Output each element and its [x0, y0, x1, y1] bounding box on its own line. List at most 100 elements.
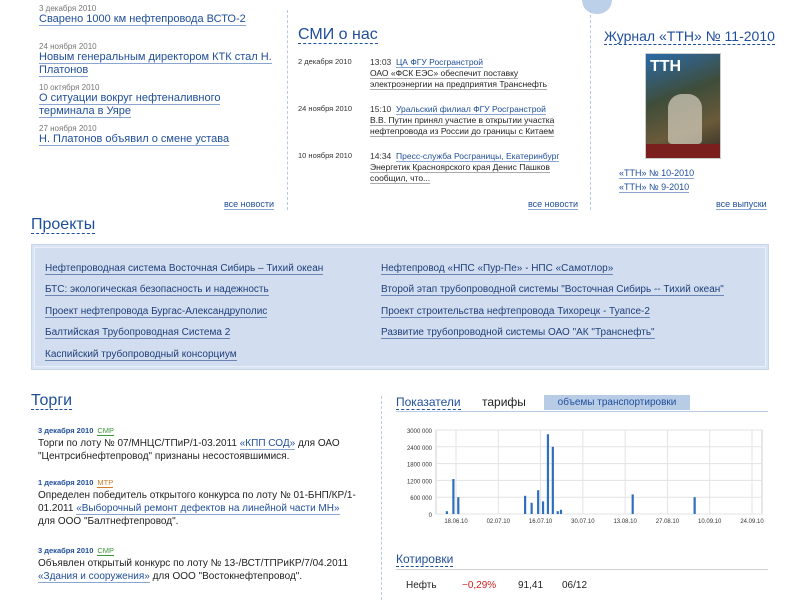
torg-link[interactable]: «КПП СОД» [239, 438, 296, 450]
quote-name: Нефть [406, 580, 437, 591]
smi-source-link[interactable]: ЦА ФГУ Росгранстрой [396, 57, 484, 68]
journal-cover-image[interactable]: ТТН [645, 53, 721, 159]
all-smi-news-link[interactable]: все новости [528, 199, 578, 210]
news-title-link[interactable]: О ситуации вокруг нефтеналивного термина… [39, 92, 221, 118]
x-tick-label: 24.09.10 [740, 519, 764, 525]
smi-item: 24 ноября 2010 15:10 Уральский филиал ФГ… [298, 104, 578, 142]
projects-panel: Нефтепроводная система Восточная Сибирь … [31, 244, 769, 370]
smi-text-link[interactable]: Энергетик Красноярского края Денис Пашко… [370, 162, 550, 184]
project-link[interactable]: Второй этап трубопроводной системы "Вост… [381, 284, 724, 296]
indicators-underline [396, 411, 768, 412]
projects-title[interactable]: Проекты [31, 216, 96, 234]
chart-bar [524, 495, 527, 514]
chart-bar [631, 494, 634, 514]
quote-date: 06/12 [562, 580, 588, 591]
smi-item: 10 ноября 2010 14:34 Пресс-служба Росгра… [298, 151, 578, 189]
torg-text: Торги по лоту № 07/МНЦС/ТПиР/1-03.2011 [38, 438, 240, 449]
torg-item: 3 декабря 2010 СМР Объявлен открытый конк… [38, 544, 358, 583]
project-link[interactable]: Нефтепровод «НПС «Пур-Пе» - НПС «Самотло… [381, 263, 614, 275]
all-news-link[interactable]: все новости [224, 199, 274, 210]
quote-change: −0,29% [462, 580, 497, 591]
project-link[interactable]: БТС: экологическая безопасность и надежн… [45, 284, 269, 296]
smi-title[interactable]: СМИ о нас [298, 26, 378, 44]
smi-text-link[interactable]: ОАО «ФСК ЕЭС» обеспечит поставку электро… [370, 68, 548, 90]
torg-date: 3 декабря 2010 [38, 426, 94, 435]
indicators-header: Показатели тарифы объемы транспортировки [396, 395, 768, 411]
journal-issue-link[interactable]: «ТТН» № 9-2010 [619, 182, 690, 193]
news-item: 10 октября 2010 О ситуации вокруг нефтен… [39, 83, 279, 118]
x-tick-label: 18.06.10 [444, 519, 468, 525]
project-link[interactable]: Развитие трубопроводной системы ОАО "АК … [381, 327, 655, 339]
x-tick-label: 10.09.10 [698, 519, 722, 525]
torg-link[interactable]: «Здания и сооружения» [38, 571, 150, 583]
chart-bar [530, 502, 533, 514]
project-link[interactable]: Проект нефтепровода Бургас-Александрупол… [45, 306, 268, 318]
tab-volumes[interactable]: объемы транспортировки [544, 395, 690, 410]
torg-text: Объявлен открытый конкурс по лоту № 13-/… [38, 558, 349, 569]
x-tick-label: 02.07.10 [487, 519, 511, 525]
y-tick-label: 0 [429, 513, 433, 519]
project-link[interactable]: Каспийский трубопроводный консорциум [45, 349, 237, 361]
x-tick-label: 13.08.10 [613, 519, 637, 525]
news-title-link[interactable]: Новым генеральным директором КТК стал Н.… [39, 51, 272, 77]
cover-bar [646, 144, 720, 158]
news-date: 3 декабря 2010 [39, 4, 97, 13]
torg-date: 3 декабря 2010 [38, 546, 94, 555]
y-tick-label: 1800 000 [407, 463, 433, 469]
chart-bar [546, 434, 550, 514]
y-tick-label: 1200 000 [407, 479, 433, 485]
torg-item: 1 декабря 2010 МТР Определен победитель о… [38, 476, 358, 528]
divider [381, 396, 382, 600]
torgi-title[interactable]: Торги [31, 392, 73, 410]
smi-text-link[interactable]: В.В. Путин принял участие в открытии уча… [370, 115, 555, 137]
chart-plot-area [435, 429, 763, 515]
chart-bar [551, 446, 554, 514]
news-date: 10 октября 2010 [39, 83, 100, 92]
smi-date: 10 ноября 2010 [298, 151, 353, 160]
torg-tag[interactable]: СМР [97, 546, 114, 556]
smi-time: 15:10 [370, 104, 392, 114]
torg-text: для ООО "Востокнефтепровод". [149, 571, 303, 582]
all-issues-link[interactable]: все выпуски [716, 199, 767, 210]
news-date: 27 ноября 2010 [39, 124, 97, 133]
smi-date: 24 ноября 2010 [298, 104, 353, 113]
chart-bar [452, 479, 455, 514]
smi-source-link[interactable]: Пресс-служба Росграницы, Екатеринбург [396, 151, 560, 162]
project-link[interactable]: Проект строительства нефтепровода Тихоре… [381, 306, 650, 318]
chart-bar [457, 497, 460, 514]
divider [590, 10, 591, 210]
chart-bar [693, 497, 696, 514]
y-tick-label: 2400 000 [407, 446, 433, 452]
project-link[interactable]: Балтийская Трубопроводная Система 2 [45, 327, 231, 339]
torg-date: 1 декабря 2010 [38, 478, 94, 487]
news-title-link[interactable]: Н. Платонов объявил о смене устава [39, 133, 230, 146]
chart-bar [445, 511, 448, 514]
smi-list: 2 декабря 2010 13:03 ЦА ФГУ Росгранстрой… [298, 48, 578, 189]
news-item: 3 декабря 2010 Сварено 1000 км нефтепров… [39, 4, 279, 26]
journal-title[interactable]: Журнал «ТТН» № 11-2010 [604, 28, 775, 45]
smi-date: 2 декабря 2010 [298, 57, 352, 66]
torg-text: для ООО "Балтнефтепровод". [38, 516, 179, 527]
x-tick-label: 27.08.10 [656, 519, 680, 525]
torg-tag[interactable]: СМР [97, 426, 114, 436]
news-date: 24 ноября 2010 [39, 42, 97, 51]
y-tick-label: 600 000 [410, 496, 432, 502]
torg-tag[interactable]: МТР [97, 478, 114, 488]
divider [287, 10, 288, 210]
journal-cover-logo: ТТН [650, 58, 682, 75]
tab-tariffs[interactable]: тарифы [482, 395, 526, 409]
smi-source-link[interactable]: Уральский филиал ФГУ Росгранстрой [396, 104, 546, 115]
quotes-title[interactable]: Котировки [396, 552, 454, 567]
chart-bar [556, 511, 559, 514]
x-tick-label: 16.07.10 [529, 519, 553, 525]
news-column: 3 декабря 2010 Сварено 1000 км нефтепров… [39, 0, 279, 152]
torg-link[interactable]: «Выборочный ремонт дефектов на линейной … [76, 503, 340, 515]
news-title-link[interactable]: Сварено 1000 км нефтепровода ВСТО-2 [39, 13, 246, 26]
project-link[interactable]: Нефтепроводная система Восточная Сибирь … [45, 263, 324, 275]
journal-issue-link[interactable]: «ТТН» № 10-2010 [619, 168, 695, 179]
news-item: 24 ноября 2010 Новым генеральным директо… [39, 42, 279, 77]
indicators-title[interactable]: Показатели [396, 395, 461, 410]
chart-bar [537, 490, 540, 514]
news-item: 27 ноября 2010 Н. Платонов объявил о сме… [39, 124, 279, 146]
quotes-underline [396, 569, 768, 570]
